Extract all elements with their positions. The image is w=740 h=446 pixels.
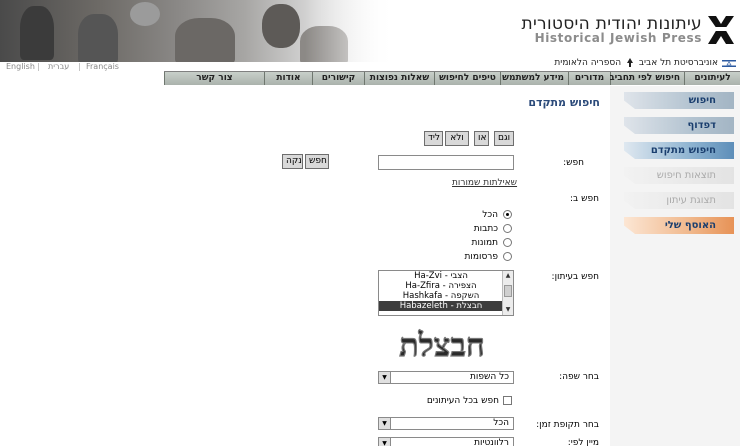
- lang-french-link[interactable]: Français: [86, 62, 119, 71]
- affiliation-university[interactable]: אוניברסיטת תל אביב: [639, 58, 718, 68]
- flag-icon: [722, 60, 736, 67]
- scroll-thumb[interactable]: [504, 285, 512, 297]
- photo-figure: [78, 14, 118, 62]
- radio-button[interactable]: [503, 224, 512, 233]
- search-label: חפש:: [563, 158, 584, 168]
- sidebar-item-advanced-search[interactable]: חיפוש מתקדם: [614, 142, 740, 159]
- radio-label: פרסומות: [464, 252, 498, 262]
- sidebar-item-newspaper-view: תצוגת עיתון: [614, 192, 740, 209]
- radio-button[interactable]: [503, 252, 512, 261]
- period-dropdown[interactable]: הכל ▼: [378, 417, 514, 430]
- operator-and-button[interactable]: וגם: [494, 131, 514, 146]
- language-label: בחר שפה:: [559, 372, 599, 382]
- language-dropdown[interactable]: כל השפות ▼: [378, 371, 514, 384]
- nav-sections[interactable]: מדורים: [568, 72, 610, 85]
- dropdown-value: רלוונטיות: [474, 438, 509, 446]
- nav-faq[interactable]: שאלות נפוצות: [364, 72, 434, 85]
- sidebar-item-label: חיפוש מתקדם: [650, 145, 716, 156]
- saved-queries-link[interactable]: שאילתות שמורות: [452, 178, 517, 188]
- search-in-label: חפש ב:: [570, 194, 599, 204]
- masthead-text: חבצלת: [399, 326, 485, 363]
- newspaper-option[interactable]: Ha-Zvi - הצבי: [379, 271, 513, 281]
- search-button[interactable]: חפש: [305, 154, 329, 169]
- radio-label: כתבות: [473, 224, 498, 234]
- photo-fade: [305, 0, 395, 62]
- site-title-english: Historical Jewish Press: [534, 31, 702, 45]
- listbox-scrollbar[interactable]: ▲ ▼: [502, 271, 513, 315]
- period-label: בחר תקופת זמן:: [536, 420, 599, 430]
- tree-icon: [626, 58, 633, 67]
- photo-figure: [175, 18, 235, 62]
- newspaper-masthead-image: חבצלת: [390, 325, 494, 363]
- site-logo-icon[interactable]: [706, 14, 736, 48]
- nav-user-info[interactable]: מידע למשתמש: [500, 72, 568, 85]
- sort-dropdown[interactable]: רלוונטיות ▼: [378, 437, 514, 446]
- radio-option-images[interactable]: תמונות: [472, 238, 512, 248]
- radio-option-all[interactable]: הכל: [482, 210, 512, 220]
- header-photo-banner: [0, 0, 395, 62]
- sidebar-item-browse[interactable]: דפדוף: [614, 117, 740, 134]
- lang-english-link[interactable]: English: [6, 62, 35, 71]
- header: עיתונות יהודית היסטורית Historical Jewis…: [0, 0, 740, 68]
- lang-separator: |: [37, 62, 40, 71]
- lang-separator: |: [78, 62, 81, 71]
- search-input[interactable]: [378, 155, 514, 170]
- nav-links[interactable]: קישורים: [312, 72, 364, 85]
- nav-contact[interactable]: צור קשר: [164, 72, 264, 85]
- nav-about[interactable]: אודות: [264, 72, 312, 85]
- radio-option-ads[interactable]: פרסומות: [465, 252, 512, 262]
- dropdown-value: הכל: [493, 418, 509, 428]
- checkbox[interactable]: [503, 396, 512, 405]
- sidebar-item-label: דפדוף: [687, 120, 716, 131]
- all-newspapers-checkbox-row[interactable]: חפש בכל העיתונים: [427, 396, 512, 406]
- nav-newspapers[interactable]: לעיתונים: [684, 72, 740, 85]
- photo-figure: [262, 4, 300, 48]
- newspaper-label: חפש בעיתון:: [551, 272, 599, 282]
- chevron-down-icon[interactable]: ▼: [379, 418, 391, 429]
- top-navigation: לעיתונים חיפוש לפי תחביב מדורים מידע למש…: [164, 71, 740, 85]
- radio-option-articles[interactable]: כתבות: [474, 224, 512, 234]
- sidebar: חיפוש דפדוף חיפוש מתקדם תוצאות חיפוש תצו…: [614, 92, 740, 242]
- photo-figure: [20, 6, 54, 60]
- affiliation-library[interactable]: הספריה הלאומית: [554, 58, 621, 68]
- sidebar-item-label: תצוגת עיתון: [666, 195, 716, 206]
- sidebar-item-label: תוצאות חיפוש: [656, 170, 716, 181]
- radio-label: תמונות: [471, 238, 498, 248]
- sidebar-item-label: חיפוש: [688, 95, 716, 106]
- lang-hebrew-link[interactable]: עברית: [48, 62, 69, 71]
- chevron-down-icon[interactable]: ▼: [379, 438, 391, 446]
- dropdown-value: כל השפות: [470, 372, 509, 382]
- sidebar-item-label: האוסף שלי: [664, 220, 716, 231]
- checkbox-label: חפש בכל העיתונים: [426, 396, 499, 406]
- page-title: חיפוש מתקדם: [528, 96, 600, 109]
- sort-label: מיין לפי:: [567, 438, 599, 446]
- sidebar-item-my-collection[interactable]: האוסף שלי: [614, 217, 740, 234]
- nav-search-by-topic[interactable]: חיפוש לפי תחביב: [609, 72, 684, 85]
- chevron-down-icon[interactable]: ▼: [379, 372, 391, 383]
- newspaper-option[interactable]: Ha-Zfira - הצפירה: [379, 281, 513, 291]
- clear-button[interactable]: נקה: [282, 154, 303, 169]
- photo-figure: [130, 2, 160, 26]
- newspaper-listbox[interactable]: Ha-Zvi - הצבי Ha-Zfira - הצפירה Hashkafa…: [378, 270, 514, 316]
- radio-button[interactable]: [503, 238, 512, 247]
- sidebar-item-search-results: תוצאות חיפוש: [614, 167, 740, 184]
- newspaper-option-selected[interactable]: Habazeleth - חבצלת: [379, 301, 513, 311]
- sidebar-item-search[interactable]: חיפוש: [614, 92, 740, 109]
- operator-or-button[interactable]: או: [474, 131, 489, 146]
- scroll-up-icon[interactable]: ▲: [504, 272, 512, 280]
- radio-label: הכל: [482, 210, 498, 220]
- radio-button-selected[interactable]: [503, 210, 512, 219]
- operator-not-button[interactable]: ולא: [445, 131, 469, 146]
- affiliation: אוניברסיטת תל אביב הספריה הלאומית: [554, 58, 718, 68]
- operator-near-button[interactable]: ליד: [424, 131, 443, 146]
- nav-search-tips[interactable]: טיפים לחיפוש: [434, 72, 500, 85]
- scroll-down-icon[interactable]: ▼: [504, 306, 512, 314]
- newspaper-option[interactable]: Hashkafa - השקפה: [379, 291, 513, 301]
